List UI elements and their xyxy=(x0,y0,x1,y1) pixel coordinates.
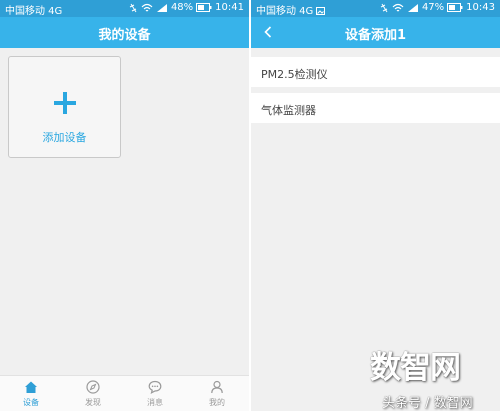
list-item-label: PM2.5检测仪 xyxy=(261,68,328,81)
battery-icon xyxy=(196,3,212,12)
list-item-pm25-detector[interactable]: PM2.5检测仪 xyxy=(251,57,500,87)
battery-percent: 47% xyxy=(421,2,445,13)
image-notification-icon xyxy=(316,7,326,15)
vibrate-icon xyxy=(380,3,388,12)
signal-icon xyxy=(156,3,167,12)
tab-devices[interactable]: 设备 xyxy=(0,376,62,411)
header-bar: 设备添加1 xyxy=(251,17,500,48)
add-device-label: 添加设备 xyxy=(42,131,87,144)
page-title: 设备添加1 xyxy=(344,28,407,43)
battery-percent: 48% xyxy=(170,2,194,13)
carrier-text: 中国移动 4G xyxy=(256,6,314,17)
status-bar: 中国移动 4G 48% 10:41 xyxy=(0,0,249,17)
wifi-icon xyxy=(141,3,153,11)
right-phone-screen: 中国移动 4G 47% 10:43 设备添加1 PM2.5检测仪 气体监测器 xyxy=(251,0,500,411)
add-device-button[interactable]: 添加设备 xyxy=(8,56,121,158)
carrier-label: 中国移动 4G xyxy=(256,2,326,17)
tab-label: 我的 xyxy=(209,398,225,407)
clock: 10:41 xyxy=(215,2,244,13)
clock: 10:43 xyxy=(466,2,495,13)
signal-icon xyxy=(407,3,418,12)
tab-label: 消息 xyxy=(147,398,163,407)
list-item-label: 气体监测器 xyxy=(261,104,316,117)
tab-messages[interactable]: 消息 xyxy=(124,376,186,411)
home-icon xyxy=(25,381,37,393)
page-title: 我的设备 xyxy=(98,28,151,43)
header-bar: 我的设备 xyxy=(0,17,249,48)
tab-profile[interactable]: 我的 xyxy=(186,376,248,411)
battery-icon xyxy=(447,3,463,12)
wifi-icon xyxy=(392,3,404,11)
compass-icon xyxy=(86,380,100,394)
bottom-tab-bar: 设备 发现 消息 我的 xyxy=(0,375,249,411)
tab-label: 发现 xyxy=(85,398,101,407)
tab-discover[interactable]: 发现 xyxy=(62,376,124,411)
plus-icon xyxy=(54,92,76,114)
status-bar: 中国移动 4G 47% 10:43 xyxy=(251,0,500,17)
list-item-gas-monitor[interactable]: 气体监测器 xyxy=(251,93,500,123)
left-phone-screen: 中国移动 4G 48% 10:41 我的设备 添加设备 设备 发现 消息 我的 xyxy=(0,0,249,411)
chat-icon xyxy=(148,380,162,394)
vibrate-icon xyxy=(129,3,137,12)
carrier-label: 中国移动 4G xyxy=(5,6,63,17)
tab-label: 设备 xyxy=(23,398,39,407)
user-icon xyxy=(211,380,223,394)
